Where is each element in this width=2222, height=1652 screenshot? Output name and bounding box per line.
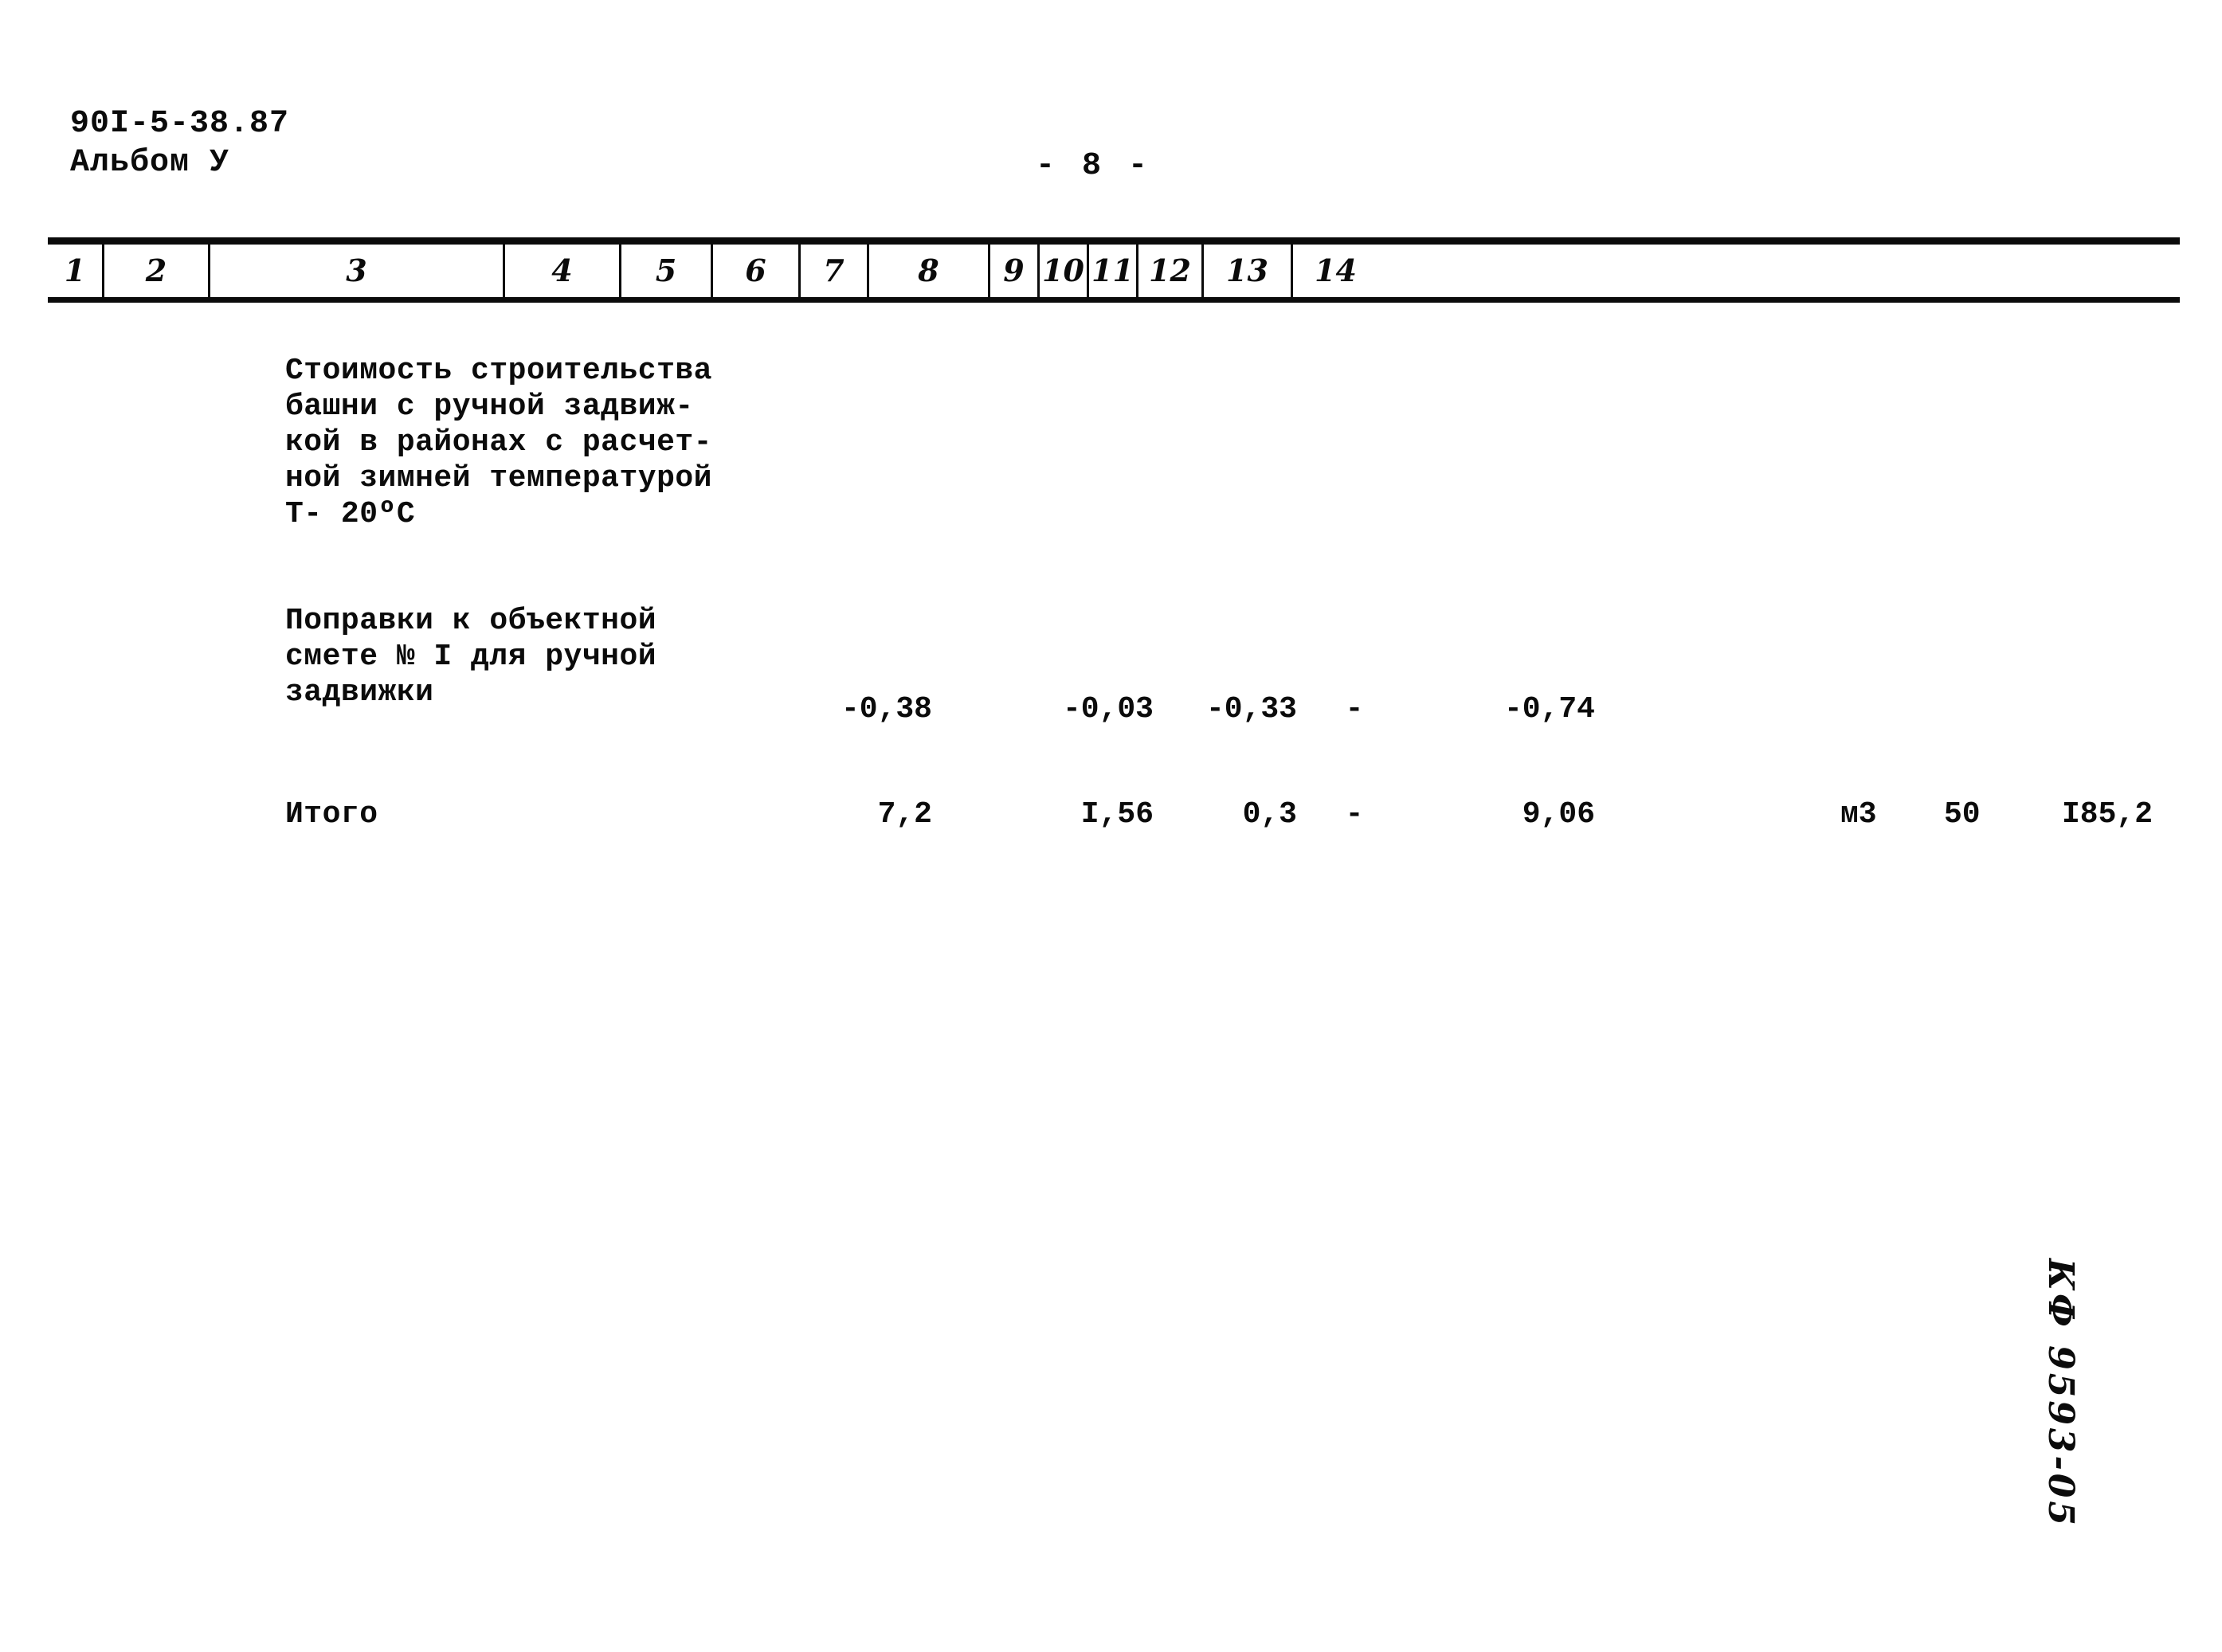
cell-corrections-col4: -0,38 [841, 692, 932, 726]
cell-total-col12-quantity: 50 [1944, 797, 1981, 832]
column-number: 9 [1003, 252, 1025, 288]
column-header-10: 10 [1037, 245, 1087, 297]
column-number: 3 [346, 252, 367, 288]
column-number: 4 [551, 252, 573, 288]
cell-total-col5: I,56 [1080, 797, 1154, 832]
column-header-1: 1 [48, 245, 102, 297]
cell-corrections-col5: -0,03 [1062, 692, 1154, 726]
column-number: 8 [918, 252, 939, 288]
column-header-12: 12 [1136, 245, 1201, 297]
column-header-13: 13 [1201, 245, 1291, 297]
document-code-header: 90I-5-38.87 Альбом У [70, 105, 289, 183]
column-header-11: 11 [1087, 245, 1136, 297]
column-number: 11 [1091, 252, 1134, 288]
column-header-3: 3 [208, 245, 503, 297]
cell-corrections-col8: -0,74 [1503, 692, 1595, 726]
table-row-description-total: Итого [285, 797, 378, 832]
cell-total-col13-amount: I85,2 [2062, 797, 2153, 832]
column-header-5: 5 [619, 245, 711, 297]
cell-corrections-col7: - [1345, 692, 1364, 726]
column-header-2: 2 [102, 245, 208, 297]
column-header-6: 6 [711, 245, 798, 297]
table-row-description-cost: Стоимость строительства башни с ручной з… [285, 354, 712, 531]
column-header-8: 8 [867, 245, 988, 297]
column-number: 6 [745, 252, 766, 288]
column-number: 7 [823, 252, 845, 288]
column-header-4: 4 [503, 245, 619, 297]
column-number: 2 [145, 252, 167, 288]
cell-corrections-col6: -0,33 [1205, 692, 1297, 726]
cell-total-col6: 0,3 [1242, 797, 1297, 832]
cell-total-col11-unit: м3 [1840, 797, 1877, 832]
column-number: 1 [64, 252, 86, 288]
table-column-header-band: 1 2 3 4 5 6 7 8 9 10 11 12 13 14 [48, 237, 2180, 303]
album-label: Альбом У [70, 144, 230, 181]
table-row-description-corrections: Поправки к объектной смете № I для ручно… [285, 604, 657, 710]
cell-total-col7: - [1345, 797, 1364, 832]
document-page: 90I-5-38.87 Альбом У - 8 - 1 2 3 4 5 6 7… [0, 0, 2222, 1652]
margin-archive-annotation: КФ 9593-05 [2040, 1259, 2081, 1529]
column-number: 14 [1315, 252, 1357, 288]
column-header-7: 7 [798, 245, 867, 297]
column-number: 10 [1042, 252, 1084, 288]
column-number: 12 [1149, 252, 1191, 288]
page-number: - 8 - [1036, 148, 1152, 184]
column-number: 5 [655, 252, 677, 288]
column-header-9: 9 [988, 245, 1037, 297]
cell-total-col8: 9,06 [1522, 797, 1595, 832]
column-number: 13 [1226, 252, 1268, 288]
cell-total-col4: 7,2 [877, 797, 932, 832]
document-code: 90I-5-38.87 [70, 106, 290, 142]
column-header-14: 14 [1291, 245, 1378, 297]
